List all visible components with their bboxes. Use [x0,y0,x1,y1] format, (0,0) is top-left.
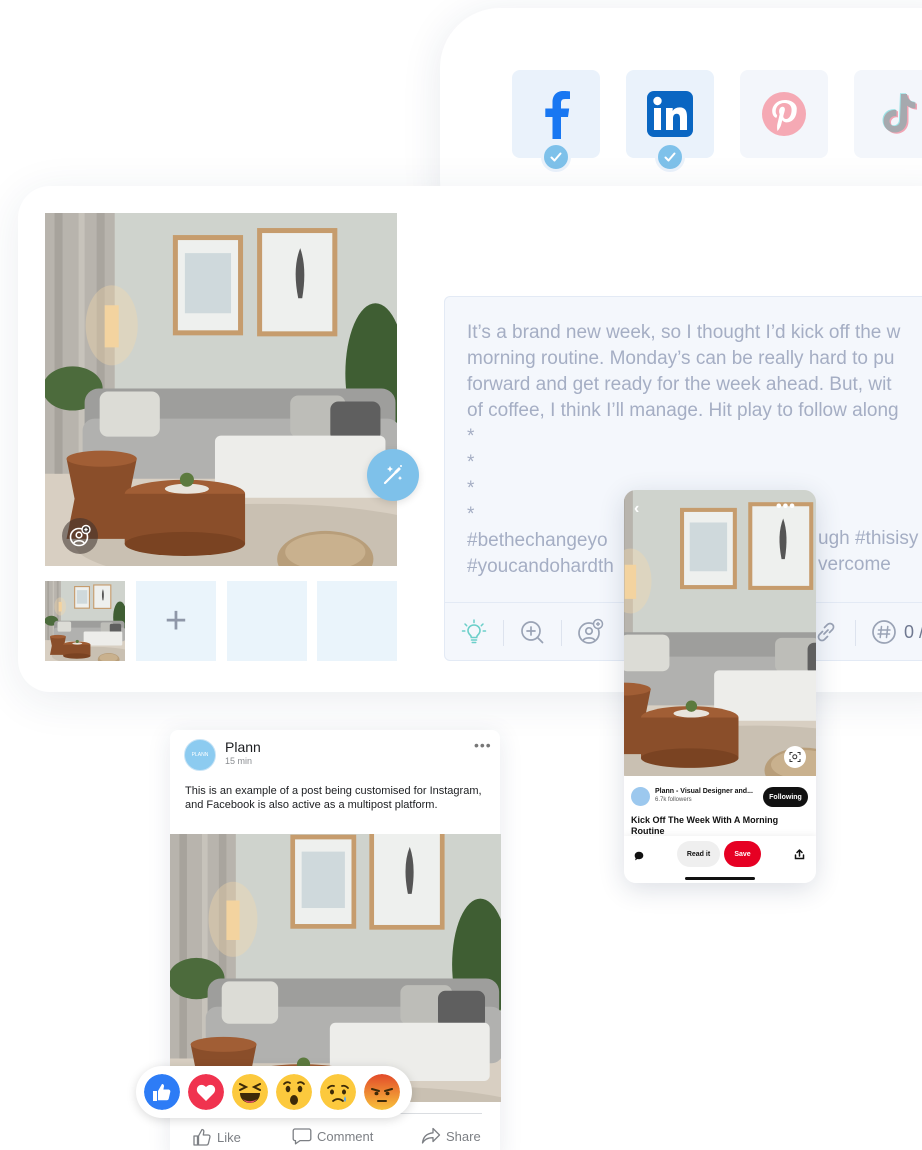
plus-icon: + [164,600,188,642]
love-reaction-icon[interactable] [188,1074,224,1110]
home-indicator [685,877,755,880]
tag-user-icon [578,618,604,644]
pinterest-pin-preview: ‹ ••• Plann - Visual Designer and... 6.7… [624,490,816,883]
chat-bubble-icon [634,851,644,861]
haha-reaction-icon[interactable] [232,1074,268,1110]
link-button[interactable] [812,618,840,646]
tag-people-button[interactable] [62,518,98,554]
add-media-button[interactable]: + [136,581,216,661]
platform-linkedin-button[interactable] [626,70,714,172]
more-options-icon[interactable]: ••• [776,498,796,516]
like-button[interactable]: Like [192,1127,241,1147]
composer-screen: + It’s a brand new week, so I thought I’… [0,0,922,1150]
pin-author[interactable]: Plann - Visual Designer and... [655,788,753,795]
media-thumbnail[interactable] [45,581,125,661]
tag-user-button[interactable] [577,618,605,646]
share-icon [421,1127,441,1144]
media-slot-empty[interactable] [317,581,397,661]
selected-check-icon [655,142,685,172]
wow-reaction-icon[interactable] [276,1074,312,1110]
share-button[interactable] [794,847,805,865]
pinterest-icon [762,92,806,136]
caption-line: * [467,452,475,473]
avatar [631,787,650,806]
caption-line-fragment: vercome [818,554,891,575]
pin-image [624,490,816,776]
hashtag-icon [872,620,896,644]
thumbs-up-icon [193,1128,211,1146]
avatar: PLANN [184,739,216,771]
comment-label: Comment [317,1128,374,1144]
comment-button[interactable]: Comment [292,1127,373,1145]
like-label: Like [217,1129,241,1145]
more-options-icon[interactable]: ••• [474,737,492,753]
caption-line: It’s a brand new week, so I thought I’d … [467,322,901,343]
caption-line: morning routine. Monday’s can be really … [467,348,895,369]
zoom-button[interactable] [518,618,546,646]
sad-reaction-icon[interactable] [320,1074,356,1110]
ideas-button[interactable] [460,618,488,646]
platform-pinterest-button[interactable] [740,70,828,158]
back-arrow-icon[interactable]: ‹ [634,500,639,518]
save-button[interactable]: Save [724,841,761,867]
selected-check-icon [541,142,571,172]
hashtag-button[interactable] [870,618,898,646]
hashtag-count: 0 / [904,622,922,642]
magic-wand-icon [383,465,403,485]
account-name: Plann [225,739,261,755]
lightbulb-icon [461,619,487,644]
share-icon [794,849,805,860]
facebook-icon [545,91,570,139]
pin-followers: 6.7k followers [655,797,692,803]
lens-icon [789,752,801,762]
pin-title: Kick Off The Week With A Morning Routine [631,815,779,836]
magic-edit-button[interactable] [367,449,419,501]
caption-line: forward and get ready for the week ahead… [467,374,892,395]
tool-separator [855,620,856,646]
post-image [170,834,501,1102]
read-it-button[interactable]: Read it [677,841,720,867]
share-label: Share [446,1128,481,1144]
media-slot-empty[interactable] [227,581,307,661]
post-time: 15 min [225,756,253,766]
tag-user-icon [69,524,91,547]
share-button[interactable]: Share [421,1127,481,1145]
reactions-bar [136,1066,412,1118]
platform-facebook-button[interactable] [512,70,600,172]
tiktok-icon [882,93,917,134]
angry-reaction-icon[interactable] [364,1074,400,1110]
caption-line: of coffee, I think I’ll manage. Hit play… [467,400,899,421]
visual-search-button[interactable] [784,746,806,768]
caption-line-fragment: ugh #thisisy [818,528,919,549]
linkedin-icon [647,91,693,137]
zoom-in-icon [521,621,544,644]
main-media-image[interactable] [45,213,397,566]
like-reaction-icon[interactable] [144,1074,180,1110]
following-button[interactable]: Following [763,787,808,807]
tool-separator [561,620,562,646]
post-text: This is an example of a post being custo… [185,785,482,811]
pin-action-bar [624,836,816,883]
caption-line: * [467,426,475,447]
link-icon [817,622,835,642]
comment-icon [292,1128,312,1145]
comment-button[interactable] [634,848,644,866]
platform-tiktok-button[interactable] [854,70,922,158]
tool-separator [503,620,504,646]
